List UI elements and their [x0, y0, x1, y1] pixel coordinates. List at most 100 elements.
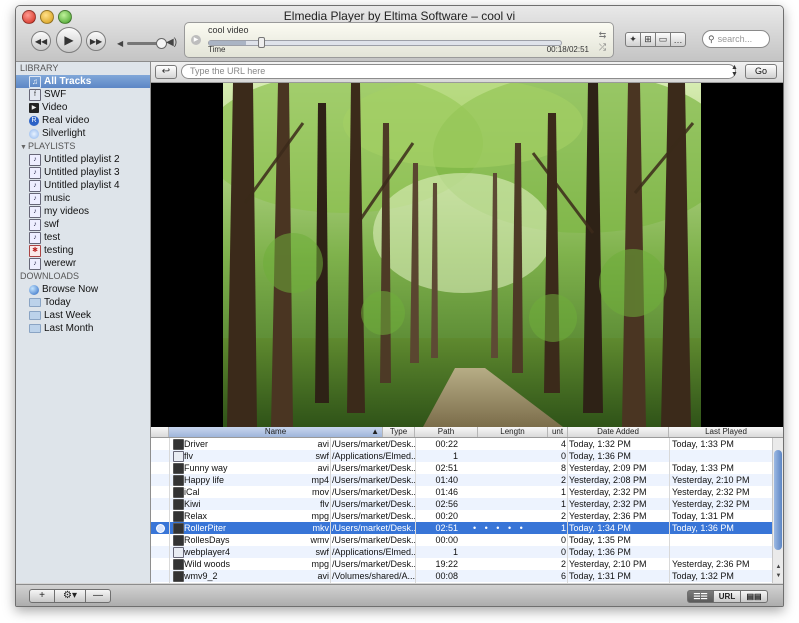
fit-window-icon: ⊞: [644, 34, 652, 44]
display-mode-icons[interactable]: ⇆ ⤮: [595, 29, 610, 53]
go-button[interactable]: Go: [745, 64, 777, 79]
table-scrollbar[interactable]: ▲ ▼: [772, 438, 783, 583]
swf-file-icon: [173, 547, 184, 558]
search-icon: ⚲: [708, 33, 715, 44]
url-history-stepper[interactable]: ▲ ▼: [731, 64, 738, 78]
sidebar-item-playlist[interactable]: ♪ music: [16, 192, 150, 205]
sidebar-item-video[interactable]: ▶ Video: [16, 101, 150, 114]
track-play-count: 1: [560, 523, 566, 533]
url-bar: ↩ Type the URL here ▲ ▼ Go: [151, 62, 783, 83]
sidebar-item-real-video[interactable]: R Real video: [16, 114, 150, 127]
track-name: RollesDays: [184, 535, 230, 545]
gear-menu-button[interactable]: ⚙▾: [54, 589, 86, 603]
column-header-last-played[interactable]: Last Played: [669, 427, 783, 437]
sidebar-item-playlist[interactable]: ♪ Untitled playlist 4: [16, 179, 150, 192]
fast-forward-button[interactable]: ▶▶: [86, 31, 106, 51]
volume-low-icon: ◀: [117, 39, 124, 48]
disclosure-triangle-icon[interactable]: ▼: [20, 141, 28, 154]
down-arrow-icon: ▼: [731, 71, 738, 78]
repeat-icon[interactable]: ⇆: [599, 30, 607, 40]
track-path: /Users/market/Desk...: [332, 535, 415, 545]
playlists-list: ♪ Untitled playlist 2 ♪ Untitled playlist …: [16, 153, 150, 270]
table-row[interactable]: Kiwi flv/Users/market/Desk... 02:56 1 Yester…: [151, 498, 772, 510]
pin-button[interactable]: ✦: [625, 32, 641, 47]
sidebar-item-playlist[interactable]: ♪ Untitled playlist 2: [16, 153, 150, 166]
track-length: 00:00: [435, 535, 458, 545]
column-header-path[interactable]: Path: [415, 427, 478, 437]
table-row[interactable]: iCal mov/Users/market/Desk... 01:46 1 Yester…: [151, 486, 772, 498]
column-header-type[interactable]: Type: [383, 427, 415, 437]
track-path: /Users/market/Desk...: [332, 511, 415, 521]
table-row[interactable]: RollerPiter mkv/Users/market/Desk... 02:51…: [151, 522, 772, 534]
column-divider: [567, 438, 568, 583]
search-field[interactable]: ⚲ search...: [702, 30, 770, 48]
video-area[interactable]: [151, 83, 783, 427]
url-input[interactable]: Type the URL here: [181, 64, 736, 79]
track-type: mkv: [312, 523, 330, 533]
smart-playlist-icon: ✱: [29, 244, 41, 257]
video-file-icon: [173, 523, 184, 534]
column-header-status[interactable]: [151, 427, 169, 437]
rewind-button[interactable]: ◀◀: [31, 31, 51, 51]
column-header-count[interactable]: unt: [548, 427, 568, 437]
playlists-header[interactable]: ▼PLAYLISTS: [16, 140, 150, 153]
playlist-icon: ♪: [29, 218, 41, 231]
table-row[interactable]: Wild woods mpg/Users/market/Desk... 19:22 2…: [151, 558, 772, 570]
table-row[interactable]: wmv9_2 avi/Volumes/shared/A... 00:08 6 Today…: [151, 570, 772, 582]
track-type: mp4: [311, 475, 329, 485]
playlist-icon: ♪: [29, 231, 41, 244]
play-button[interactable]: ▶: [56, 27, 82, 53]
sidebar-item-silverlight[interactable]: Silverlight: [16, 127, 150, 140]
track-play-count: 1: [560, 487, 566, 497]
table-row[interactable]: webplayer4 swf/Applications/Elmed... 1 0 Tod…: [151, 546, 772, 558]
table-row[interactable]: RollesDays wmv/Users/market/Desk... 00:00 0…: [151, 534, 772, 546]
back-button[interactable]: ↩: [155, 65, 177, 79]
add-button[interactable]: +: [29, 589, 55, 603]
sidebar-item-last-month[interactable]: Last Month: [16, 322, 150, 335]
scrollbar-thumb[interactable]: [774, 450, 782, 550]
player-window: Elmedia Player by Eltima Software – cool…: [15, 5, 784, 607]
fullscreen-button[interactable]: ▭: [655, 32, 671, 47]
track-play-count: 0: [560, 451, 566, 461]
track-rating[interactable]: • • • • •: [473, 522, 533, 534]
scroll-down-icon[interactable]: ▼: [774, 573, 783, 579]
column-divider: [330, 438, 331, 583]
more-button[interactable]: …: [670, 32, 686, 47]
track-name: webplayer4: [184, 547, 231, 557]
table-row[interactable]: flv swf/Applications/Elmed... 1 0 Today, 1:3…: [151, 450, 772, 462]
fit-window-button[interactable]: ⊞: [640, 32, 656, 47]
progress-knob[interactable]: [258, 37, 265, 48]
sidebar-item-today[interactable]: Today: [16, 296, 150, 309]
sidebar-item-playlist[interactable]: ♪ Untitled playlist 3: [16, 166, 150, 179]
sidebar-item-last-week[interactable]: Last Week: [16, 309, 150, 322]
video-file-icon: [173, 511, 184, 522]
table-row[interactable]: Funny way avi/Users/market/Desk... 02:51 8 Y…: [151, 462, 772, 474]
track-date-added: Today, 1:36 PM: [569, 547, 631, 557]
scroll-up-icon[interactable]: ▲: [774, 564, 783, 570]
playlist-icon: ♪: [29, 166, 41, 179]
track-name: RollerPiter: [184, 523, 227, 533]
table-row[interactable]: Happy life mp4/Users/market/Desk... 01:40 2…: [151, 474, 772, 486]
track-name: Funny way: [184, 463, 228, 473]
track-type: mpg: [311, 559, 329, 569]
sidebar-item-browse-now[interactable]: Browse Now: [16, 283, 150, 296]
table-row[interactable]: Relax mpg/Users/market/Desk... 00:20 2 Yeste…: [151, 510, 772, 522]
table-row[interactable]: Driver avi/Users/market/Desk... 00:22 4 Toda…: [151, 438, 772, 450]
column-header-length[interactable]: Lengtn: [478, 427, 548, 437]
list-view-button[interactable]: ☰☰: [687, 590, 714, 603]
sidebar-item-playlist[interactable]: ♪ swf: [16, 218, 150, 231]
sidebar-item-all-tracks[interactable]: ♫ All Tracks: [16, 75, 150, 88]
sidebar-item-playlist[interactable]: ✱ testing: [16, 244, 150, 257]
sidebar-item-playlist[interactable]: ♪ test: [16, 231, 150, 244]
column-header-name[interactable]: Name ▲: [169, 427, 383, 437]
sidebar-item-playlist[interactable]: ♪ my videos: [16, 205, 150, 218]
remove-button[interactable]: —: [85, 589, 111, 603]
track-length: 1: [452, 451, 458, 461]
track-length: 01:46: [435, 487, 458, 497]
url-view-button[interactable]: URL: [713, 590, 741, 603]
column-header-date-added[interactable]: Date Added: [568, 427, 669, 437]
sidebar-item-playlist[interactable]: ♪ werewr: [16, 257, 150, 270]
grid-view-button[interactable]: ▤▤: [740, 590, 768, 603]
sidebar-item-swf[interactable]: f SWF: [16, 88, 150, 101]
shuffle-icon[interactable]: ⤮: [599, 42, 606, 52]
